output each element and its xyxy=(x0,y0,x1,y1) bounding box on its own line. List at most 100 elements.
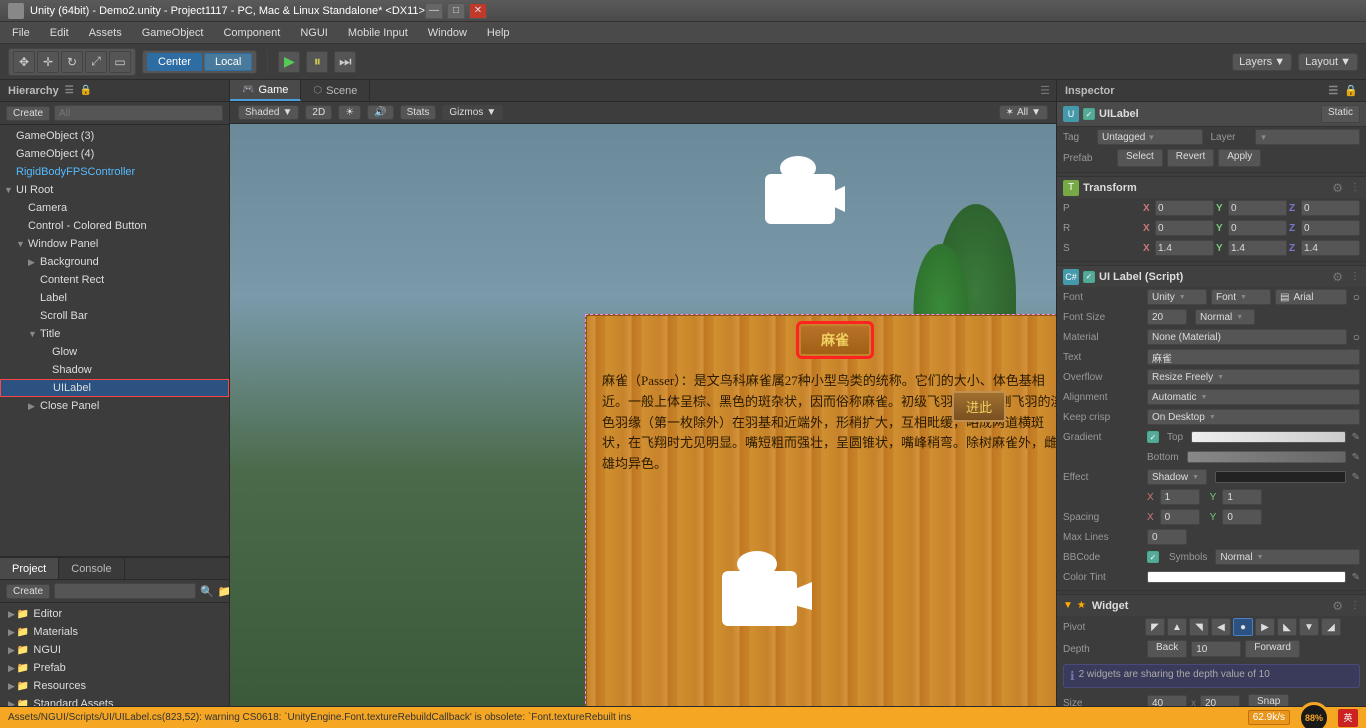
hierarchy-lock-icon[interactable]: 🔒 xyxy=(80,85,92,96)
font-size-input[interactable]: 20 xyxy=(1147,309,1187,325)
hierarchy-item-gameobject3[interactable]: GameObject (3) xyxy=(0,127,229,145)
proj-item-resources[interactable]: ▶ 📁 Resources xyxy=(0,677,229,695)
hierarchy-item-title[interactable]: ▼ Title xyxy=(0,325,229,343)
layers-dropdown[interactable]: Layers ▼ xyxy=(1232,53,1292,71)
depth-back-button[interactable]: Back xyxy=(1147,640,1187,658)
tab-scene[interactable]: ⬡ Scene xyxy=(301,80,370,101)
hierarchy-item-uilabel[interactable]: UILabel xyxy=(0,379,229,397)
scene-viewport[interactable]: 麻雀 麻雀（Passer）：是文鸟科麻雀属27种小型鸟类的统称。它们的大小、体色… xyxy=(230,124,1056,706)
prefab-apply-button[interactable]: Apply xyxy=(1218,149,1261,167)
script-gear-icon[interactable]: ⚙ xyxy=(1332,270,1343,284)
pivot-bottom-left[interactable]: ◣ xyxy=(1277,618,1297,636)
menu-window[interactable]: Window xyxy=(420,25,475,41)
minimize-button[interactable]: — xyxy=(425,3,443,19)
symbols-dropdown[interactable]: Normal xyxy=(1215,549,1360,565)
hand-tool[interactable]: ✥ xyxy=(13,51,35,73)
prefab-revert-button[interactable]: Revert xyxy=(1167,149,1214,167)
pivot-left[interactable]: ◀ xyxy=(1211,618,1231,636)
local-toggle[interactable]: Local xyxy=(204,53,252,71)
gradient-top-edit-icon[interactable]: ✎ xyxy=(1352,432,1360,443)
hierarchy-search-input[interactable] xyxy=(54,105,223,121)
all-dropdown[interactable]: ✶ All ▼ xyxy=(999,105,1048,120)
gizmos-dropdown[interactable]: Gizmos ▼ xyxy=(442,105,503,120)
material-value-field[interactable]: None (Material) xyxy=(1147,329,1347,345)
depth-value-input[interactable]: 10 xyxy=(1191,641,1241,657)
text-value-field[interactable]: 麻雀 xyxy=(1147,349,1360,365)
depth-forward-button[interactable]: Forward xyxy=(1245,640,1300,658)
layer-dropdown[interactable] xyxy=(1255,129,1361,145)
pivot-bottom[interactable]: ▼ xyxy=(1299,618,1319,636)
alignment-dropdown[interactable]: Automatic xyxy=(1147,389,1360,405)
overflow-dropdown[interactable]: Resize Freely xyxy=(1147,369,1360,385)
size-y-input[interactable]: 20 xyxy=(1200,695,1240,706)
hierarchy-item-glow[interactable]: Glow xyxy=(0,343,229,361)
advance-button[interactable]: 进此 xyxy=(952,391,1006,422)
lighting-button[interactable]: ☀ xyxy=(338,105,361,120)
script-enabled-checkbox[interactable] xyxy=(1083,271,1095,283)
mode-2d-button[interactable]: 2D xyxy=(305,105,332,120)
prefab-select-button[interactable]: Select xyxy=(1117,149,1163,167)
scale-tool[interactable]: ⤢ xyxy=(85,51,107,73)
menu-component[interactable]: Component xyxy=(215,25,288,41)
center-toggle[interactable]: Center xyxy=(147,53,202,71)
hierarchy-item-ui-root[interactable]: ▼ UI Root xyxy=(0,181,229,199)
hierarchy-item-camera[interactable]: Camera xyxy=(0,199,229,217)
font-engine-dropdown[interactable]: Unity xyxy=(1147,289,1207,305)
stats-button[interactable]: Stats xyxy=(400,105,437,120)
hierarchy-item-window-panel[interactable]: ▼ Window Panel xyxy=(0,235,229,253)
spacing-x-input[interactable]: 0 xyxy=(1160,509,1200,525)
transform-gear-icon[interactable]: ⚙ xyxy=(1332,181,1343,195)
color-tint-edit-icon[interactable]: ✎ xyxy=(1352,572,1360,583)
shaded-dropdown[interactable]: Shaded ▼ xyxy=(238,105,299,120)
proj-item-materials[interactable]: ▶ 📁 Materials xyxy=(0,623,229,641)
menu-edit[interactable]: Edit xyxy=(42,25,77,41)
scale-z-input[interactable]: 1.4 xyxy=(1301,240,1360,256)
widget-gear-icon[interactable]: ⚙ xyxy=(1332,599,1343,613)
hierarchy-item-scroll-bar[interactable]: Scroll Bar xyxy=(0,307,229,325)
color-tint-swatch[interactable] xyxy=(1147,571,1346,583)
proj-item-prefab[interactable]: ▶ 📁 Prefab xyxy=(0,659,229,677)
menu-gameobject[interactable]: GameObject xyxy=(134,25,212,41)
hierarchy-item-content-rect[interactable]: Content Rect xyxy=(0,271,229,289)
menu-help[interactable]: Help xyxy=(479,25,518,41)
max-lines-input[interactable]: 0 xyxy=(1147,529,1187,545)
rect-tool[interactable]: ▭ xyxy=(109,51,131,73)
layout-dropdown[interactable]: Layout ▼ xyxy=(1298,53,1358,71)
pivot-center[interactable]: ● xyxy=(1233,618,1253,636)
inspector-lock-icon[interactable]: 🔒 xyxy=(1344,84,1358,97)
hierarchy-item-gameobject4[interactable]: GameObject (4) xyxy=(0,145,229,163)
menu-mobile-input[interactable]: Mobile Input xyxy=(340,25,416,41)
input-method-icon[interactable]: 英 xyxy=(1338,709,1358,727)
pivot-top-right[interactable]: ◥ xyxy=(1189,618,1209,636)
search-icon[interactable]: 🔍 xyxy=(200,585,214,598)
gradient-top-swatch[interactable] xyxy=(1191,431,1345,443)
tab-project[interactable]: Project xyxy=(0,558,59,579)
panel-menu-icon[interactable]: ☰ xyxy=(1040,84,1050,97)
static-button[interactable]: Static xyxy=(1321,105,1360,123)
hierarchy-item-shadow[interactable]: Shadow xyxy=(0,361,229,379)
rot-z-input[interactable]: 0 xyxy=(1301,220,1360,236)
transform-menu-icon[interactable]: ⋮ xyxy=(1350,182,1360,193)
pivot-top-left[interactable]: ◤ xyxy=(1145,618,1165,636)
bbcode-checkbox[interactable] xyxy=(1147,551,1159,563)
material-link-icon[interactable]: ○ xyxy=(1353,330,1360,344)
rot-x-input[interactable]: 0 xyxy=(1155,220,1214,236)
gradient-bottom-swatch[interactable] xyxy=(1187,451,1346,463)
rotate-tool[interactable]: ↻ xyxy=(61,51,83,73)
hierarchy-item-background[interactable]: ▶ Background xyxy=(0,253,229,271)
pos-z-input[interactable]: 0 xyxy=(1301,200,1360,216)
gradient-bottom-edit-icon[interactable]: ✎ xyxy=(1352,452,1360,463)
widget-menu-icon[interactable]: ⋮ xyxy=(1350,600,1360,611)
close-button[interactable]: ✕ xyxy=(469,3,487,19)
effect-y-input[interactable]: 1 xyxy=(1222,489,1262,505)
hierarchy-item-close-panel[interactable]: ▶ Close Panel xyxy=(0,397,229,415)
tab-console[interactable]: Console xyxy=(59,558,124,579)
proj-item-editor[interactable]: ▶ 📁 Editor xyxy=(0,605,229,623)
scale-y-input[interactable]: 1.4 xyxy=(1228,240,1287,256)
font-value-field[interactable]: ▤ Arial xyxy=(1275,289,1347,305)
tab-game[interactable]: 🎮 Game xyxy=(230,80,301,101)
hierarchy-menu-icon[interactable]: ☰ xyxy=(65,85,74,96)
script-menu-icon[interactable]: ⋮ xyxy=(1350,271,1360,282)
hierarchy-create-button[interactable]: Create xyxy=(6,106,50,121)
effect-color-swatch[interactable] xyxy=(1215,471,1346,483)
